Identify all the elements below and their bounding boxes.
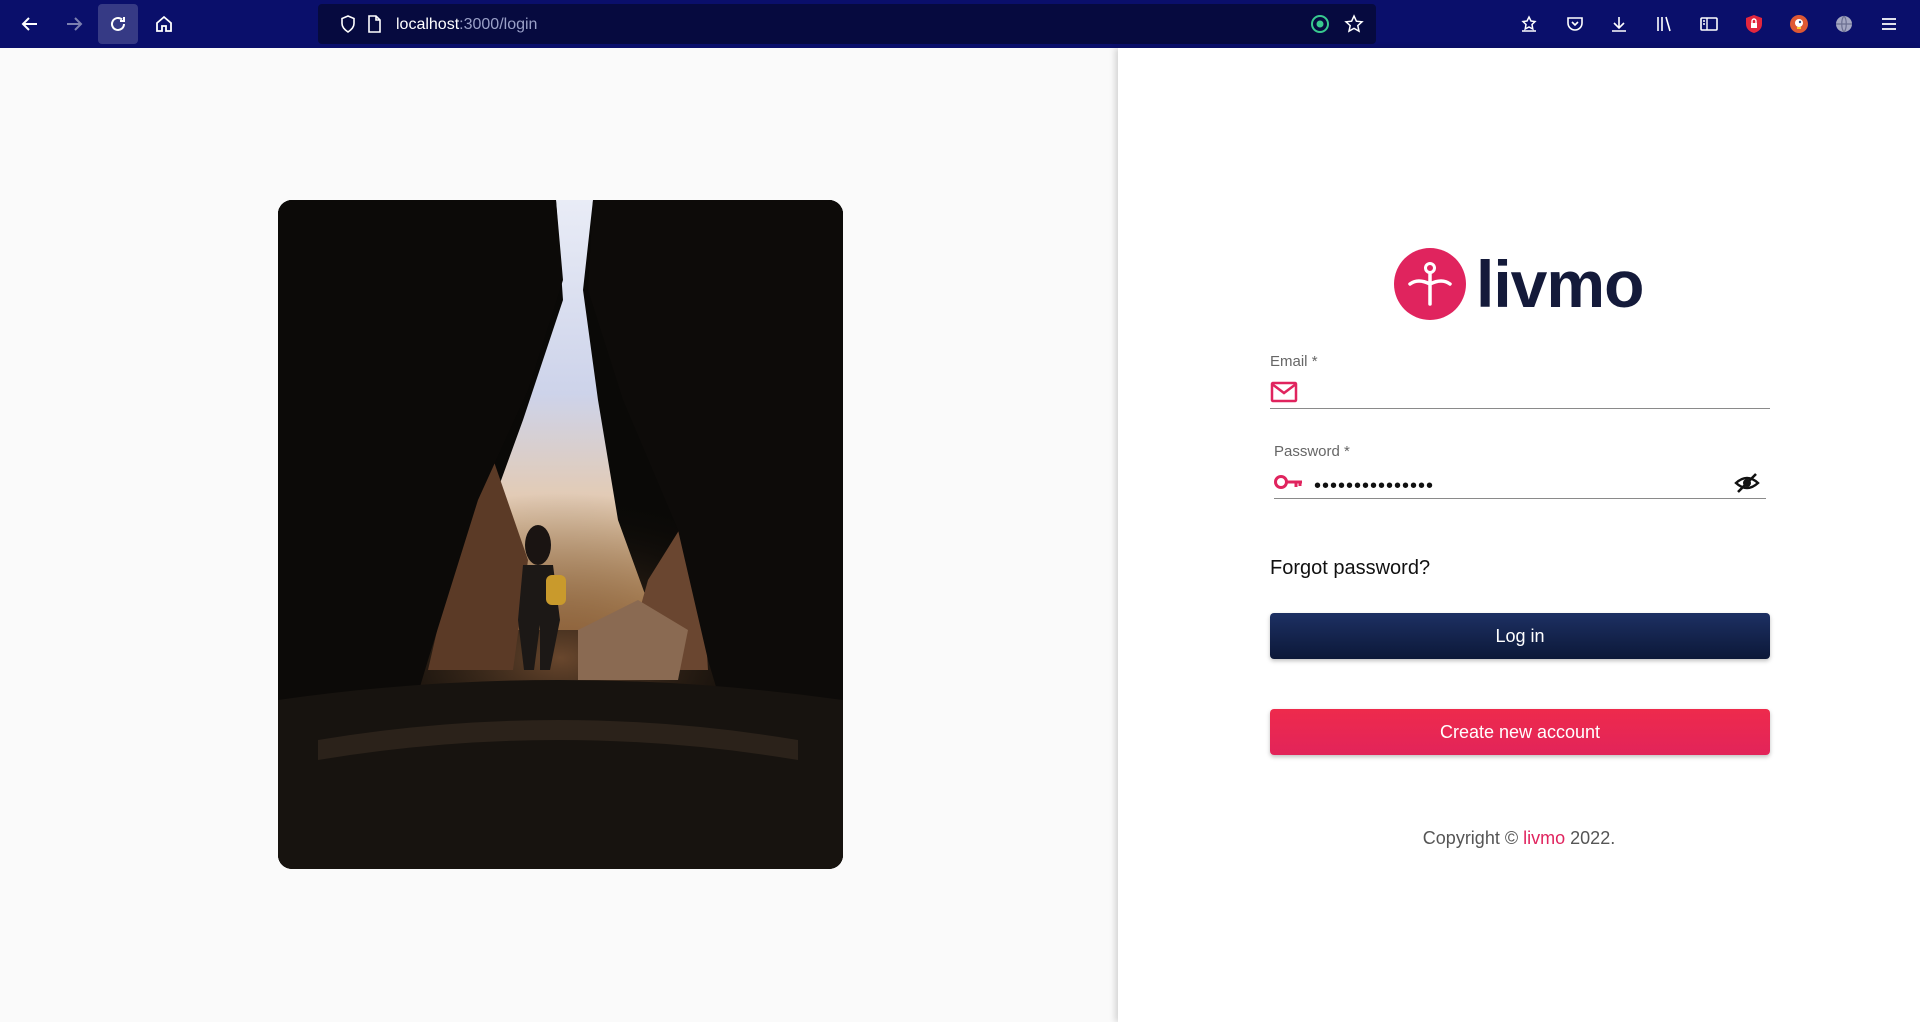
bookmark-star-icon[interactable] <box>1344 14 1364 34</box>
visibility-off-icon[interactable] <box>1734 470 1760 496</box>
browser-toolbar: localhost:3000/login <box>0 0 1920 48</box>
password-label-text: Password <box>1274 443 1340 460</box>
page-icon[interactable] <box>364 14 384 34</box>
url-bar[interactable]: localhost:3000/login <box>318 4 1376 44</box>
email-underline <box>1270 408 1770 409</box>
email-label-text: Email <box>1270 353 1308 370</box>
pocket-icon[interactable] <box>1555 4 1595 44</box>
library-icon[interactable] <box>1644 4 1684 44</box>
password-field[interactable]: Password * ••••••••••••••• <box>1274 443 1766 499</box>
collections-icon[interactable] <box>1509 4 1549 44</box>
email-field[interactable]: Email * <box>1270 353 1770 409</box>
left-panel <box>0 48 1118 1022</box>
url-host: localhost <box>396 16 460 33</box>
shield-icon[interactable] <box>338 14 358 34</box>
login-button[interactable]: Log in <box>1270 613 1770 659</box>
copyright-footer: Copyright © livmo 2022. <box>1118 828 1920 849</box>
livmo-logo: livmo <box>1394 247 1644 321</box>
copyright-brand-link[interactable]: livmo <box>1523 828 1565 848</box>
globe-icon[interactable] <box>1824 4 1864 44</box>
password-required-mark: * <box>1344 443 1350 460</box>
password-label: Password * <box>1274 443 1766 460</box>
password-underline <box>1274 498 1766 499</box>
copyright-year: 2022. <box>1570 828 1616 848</box>
livmo-logo-icon <box>1394 248 1466 320</box>
back-arrow-icon[interactable] <box>10 4 50 44</box>
duckduckgo-icon[interactable] <box>1779 4 1819 44</box>
logo-wordmark: livmo <box>1476 247 1644 321</box>
extension-icon[interactable] <box>1310 14 1330 34</box>
sidebar-icon[interactable] <box>1689 4 1729 44</box>
menu-icon[interactable] <box>1869 4 1909 44</box>
key-icon <box>1274 475 1302 489</box>
copyright-prefix: Copyright © <box>1422 828 1519 848</box>
mail-icon <box>1270 381 1298 403</box>
download-icon[interactable] <box>1599 4 1639 44</box>
create-account-button[interactable]: Create new account <box>1270 709 1770 755</box>
forward-arrow-icon[interactable] <box>54 4 94 44</box>
url-text[interactable]: localhost:3000/login <box>396 16 537 34</box>
password-input[interactable]: ••••••••••••••• <box>1314 475 1434 498</box>
forgot-password-link[interactable]: Forgot password? <box>1270 557 1430 580</box>
email-required-mark: * <box>1311 353 1318 370</box>
url-path: :3000/login <box>459 16 538 33</box>
lock-extension-icon[interactable] <box>1734 4 1774 44</box>
reload-icon[interactable] <box>98 4 138 44</box>
home-icon[interactable] <box>144 4 184 44</box>
login-panel: livmo Email * Password * •••••••••••••••… <box>1118 48 1920 1022</box>
cave-photo <box>278 200 843 869</box>
email-label: Email * <box>1270 353 1770 370</box>
